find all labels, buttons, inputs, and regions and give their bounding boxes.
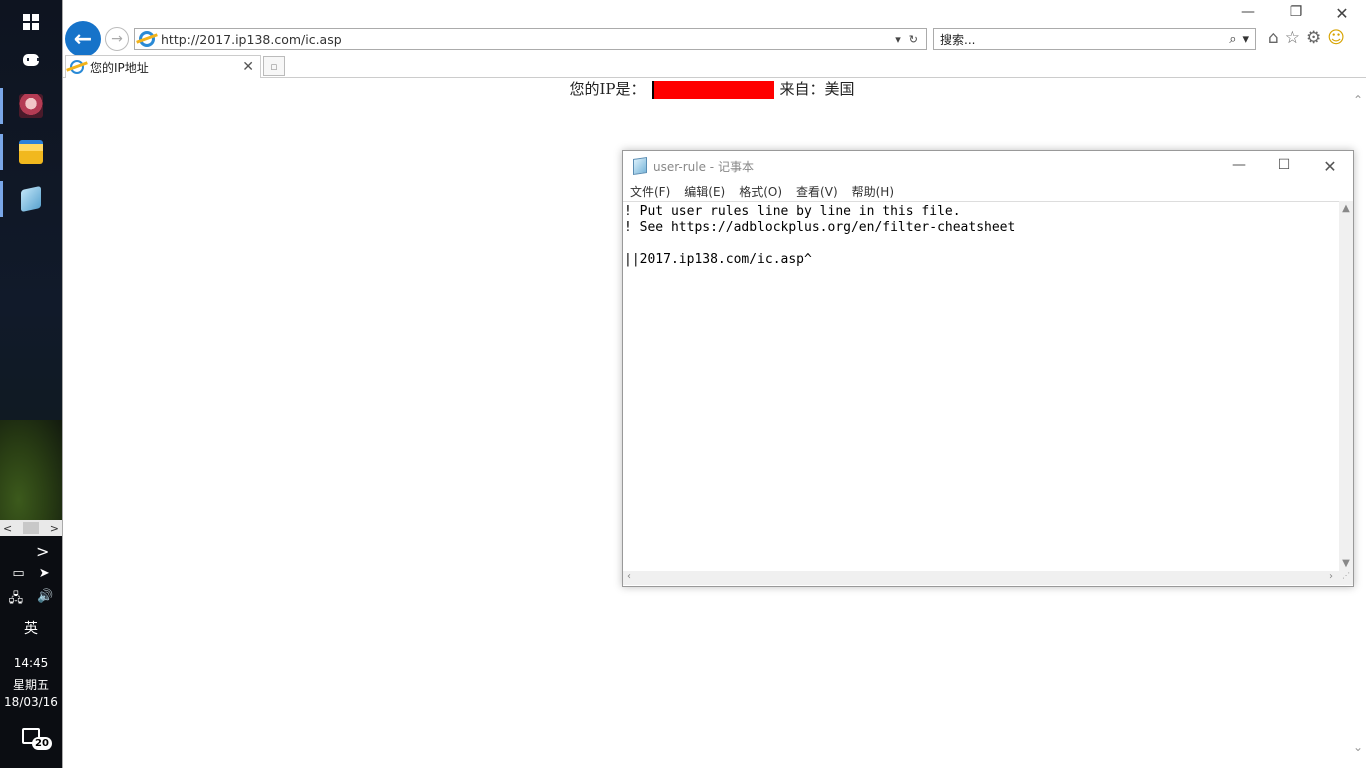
- notepad-title-icon: [633, 157, 647, 175]
- notepad-title: user-rule - 记事本: [653, 159, 754, 174]
- scroll-up-icon[interactable]: ⌃: [1349, 93, 1366, 107]
- ime-indicator[interactable]: 英: [0, 618, 62, 638]
- ip-location: 来自：美国: [779, 80, 855, 98]
- notepad-scroll-up-icon[interactable]: ▲: [1339, 203, 1353, 214]
- system-tray: > ▭ ➤ 🖧 🔊 英 14:45 星期五 18/03/16 20: [0, 536, 62, 768]
- taskbar-app-notepad[interactable]: [0, 177, 62, 221]
- resize-grip-icon[interactable]: ⋰: [1339, 571, 1353, 585]
- cortana-button[interactable]: [0, 38, 62, 82]
- wallpaper-hill: [0, 420, 62, 520]
- search-box[interactable]: 搜索... ⌕ ▾: [933, 28, 1256, 50]
- battery-icon[interactable]: ▭: [12, 566, 24, 581]
- tray-expand-icon[interactable]: >: [36, 542, 56, 561]
- home-icon[interactable]: ⌂: [1268, 28, 1279, 48]
- taskbar-app-explorer[interactable]: [0, 130, 62, 174]
- scroll-left-icon[interactable]: <: [3, 522, 12, 535]
- menu-format[interactable]: 格式(O): [739, 183, 782, 200]
- notepad-hscrollbar[interactable]: ‹ ›: [623, 571, 1339, 585]
- browser-toolbar-icons: ⌂ ☆ ⚙ ☺: [1268, 28, 1345, 48]
- clock-time[interactable]: 14:45: [0, 656, 62, 670]
- notepad-scroll-right-icon[interactable]: ›: [1329, 571, 1333, 582]
- notepad-icon: [21, 185, 41, 213]
- taskbar: < > > ▭ ➤ 🖧 🔊 英 14:45 星期五 18/03/16 20: [0, 0, 62, 768]
- network-icon[interactable]: 🖧: [9, 589, 24, 611]
- settings-gear-icon[interactable]: ⚙: [1306, 28, 1321, 48]
- folder-icon: [19, 140, 43, 164]
- avatar-app-icon: [19, 94, 43, 118]
- forward-button[interactable]: →: [105, 27, 129, 51]
- notepad-vscrollbar[interactable]: ▲ ▼: [1339, 201, 1353, 571]
- address-bar[interactable]: http://2017.ip138.com/ic.asp ▾ ↻: [134, 28, 927, 50]
- notepad-scroll-left-icon[interactable]: ‹: [627, 571, 631, 582]
- url-text[interactable]: http://2017.ip138.com/ic.asp: [161, 32, 895, 47]
- refresh-icon[interactable]: ↻: [909, 33, 918, 46]
- search-input[interactable]: 搜索...: [940, 31, 1229, 48]
- redacted-ip: [651, 81, 774, 99]
- tab-title[interactable]: 您的IP地址: [90, 59, 242, 76]
- address-dropdown-icon[interactable]: ▾: [895, 33, 901, 46]
- search-icon[interactable]: ⌕: [1229, 32, 1236, 47]
- scroll-down-icon[interactable]: ⌄: [1349, 740, 1366, 754]
- notepad-menubar: 文件(F) 编辑(E) 格式(O) 查看(V) 帮助(H): [623, 181, 1353, 201]
- browser-toolbar: — ❐ ✕ ← → http://2017.ip138.com/ic.asp ▾…: [63, 0, 1366, 78]
- scroll-thumb[interactable]: [23, 522, 39, 534]
- minimize-button[interactable]: —: [1233, 4, 1263, 20]
- ip-label: 您的IP是：: [569, 80, 646, 98]
- telegram-icon[interactable]: ➤: [39, 566, 50, 581]
- tab-close-icon[interactable]: ✕: [242, 59, 254, 75]
- menu-edit[interactable]: 编辑(E): [684, 183, 725, 200]
- close-button[interactable]: ✕: [1327, 4, 1357, 23]
- taskbar-scrollbar[interactable]: < >: [0, 520, 62, 536]
- notepad-close-button[interactable]: ✕: [1315, 157, 1345, 176]
- robot-icon: [23, 54, 39, 66]
- new-tab-icon: ▫: [270, 59, 278, 73]
- browser-tab[interactable]: 您的IP地址 ✕: [65, 55, 261, 78]
- scroll-right-icon[interactable]: >: [50, 522, 59, 535]
- notepad-maximize-button[interactable]: ☐: [1269, 157, 1299, 173]
- notepad-window: user-rule - 记事本 — ☐ ✕ 文件(F) 编辑(E) 格式(O) …: [622, 150, 1354, 587]
- notepad-scroll-down-icon[interactable]: ▼: [1339, 558, 1353, 569]
- ip-info-line: 您的IP是： 来自：美国: [63, 79, 1349, 99]
- new-tab-button[interactable]: ▫: [263, 56, 285, 76]
- windows-logo-icon: [23, 14, 39, 30]
- notepad-minimize-button[interactable]: —: [1224, 157, 1254, 173]
- menu-view[interactable]: 查看(V): [796, 183, 838, 200]
- taskbar-app-avatar[interactable]: [0, 84, 62, 128]
- forward-arrow-icon: →: [111, 31, 123, 47]
- feedback-smiley-icon[interactable]: ☺: [1327, 28, 1345, 48]
- notepad-text-area[interactable]: ! Put user rules line by line in this fi…: [623, 201, 1339, 571]
- notification-count: 20: [32, 737, 52, 750]
- menu-file[interactable]: 文件(F): [630, 183, 670, 200]
- volume-icon[interactable]: 🔊: [37, 589, 53, 611]
- clock-day[interactable]: 星期五: [0, 676, 62, 693]
- notification-icon: 20: [22, 728, 52, 750]
- back-arrow-icon: ←: [73, 26, 93, 52]
- menu-help[interactable]: 帮助(H): [852, 183, 894, 200]
- search-dropdown-icon[interactable]: ▾: [1242, 32, 1249, 47]
- action-center-button[interactable]: 20: [0, 728, 62, 750]
- clock-date[interactable]: 18/03/16: [0, 695, 62, 709]
- tab-ie-icon: [70, 60, 84, 74]
- restore-button[interactable]: ❐: [1281, 4, 1311, 20]
- back-button[interactable]: ←: [65, 21, 101, 57]
- favorites-star-icon[interactable]: ☆: [1285, 28, 1300, 48]
- ie-logo-icon: [139, 31, 155, 47]
